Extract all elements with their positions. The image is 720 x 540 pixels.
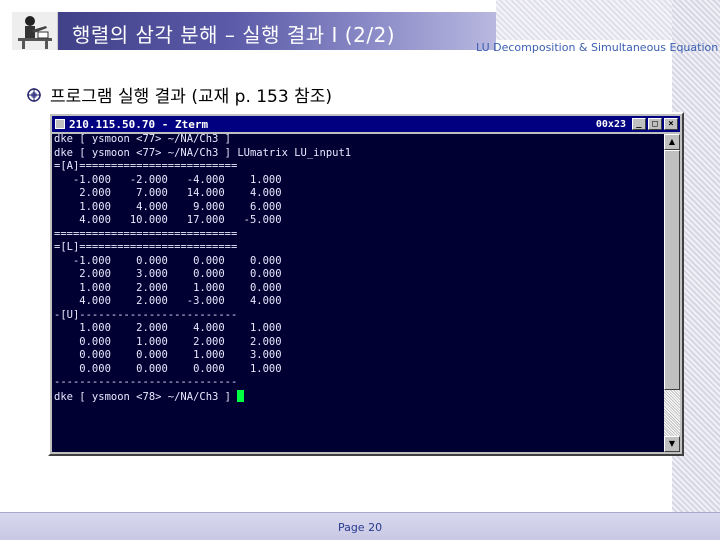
terminal-line: =[L]========================= <box>54 241 238 253</box>
terminal-line: -1.000 -2.000 -4.000 1.000 <box>54 173 282 186</box>
terminal-line: =[A]========================= <box>54 160 238 172</box>
slide-title: 행렬의 삼각 분해 – 실행 결과 I (2/2) <box>72 23 396 47</box>
terminal-line: 0.000 1.000 2.000 2.000 <box>54 335 282 348</box>
terminal-line: 1.000 4.000 9.000 6.000 <box>54 200 282 213</box>
close-button[interactable]: × <box>664 118 678 130</box>
terminal-line: 0.000 0.000 1.000 3.000 <box>54 349 282 361</box>
maximize-button[interactable]: □ <box>648 118 662 130</box>
header-hatch-decoration <box>496 0 672 40</box>
terminal-line: 0.000 0.000 0.000 1.000 <box>54 362 282 375</box>
terminal-scrollbar[interactable]: ▲ ▼ <box>664 134 680 452</box>
terminal-line: -1.000 0.000 0.000 0.000 <box>54 254 282 267</box>
terminal-app-icon[interactable] <box>55 119 65 129</box>
scroll-down-button[interactable]: ▼ <box>664 436 680 452</box>
terminal-line: -[U]------------------------- <box>54 308 238 321</box>
terminal-line: ----------------------------- <box>54 376 238 388</box>
terminal-line: 4.000 10.000 17.000 -5.000 <box>54 214 282 226</box>
terminal-cursor <box>237 389 245 402</box>
terminal-titlebar[interactable]: 210.115.50.70 - Zterm 00x23 _ □ × <box>52 116 680 132</box>
bullet-ornament-icon <box>27 87 41 102</box>
terminal-title: 210.115.50.70 - Zterm <box>69 117 209 131</box>
footer-bar: Page 20 <box>0 512 720 540</box>
terminal-output[interactable]: dke [ ysmoon <77> ~/NA/Ch3 ] dke [ ysmoon… <box>52 134 664 452</box>
terminal-text: dke [ ysmoon <77> ~/NA/Ch3 ] dke [ ysmoon… <box>52 134 664 404</box>
terminal-line: ============================= <box>54 227 238 240</box>
terminal-line: 1.000 2.000 4.000 1.000 <box>54 322 282 334</box>
terminal-line: dke [ ysmoon <78> ~/NA/Ch3 ] <box>54 389 664 405</box>
bullet-heading: 프로그램 실행 결과 (교재 p. 153 참조) <box>26 82 332 107</box>
title-band: 행렬의 삼각 분해 – 실행 결과 I (2/2) <box>12 12 496 50</box>
slide-subtitle: LU Decomposition & Simultaneous Equation <box>476 41 719 54</box>
minimize-button[interactable]: _ <box>632 118 646 130</box>
teacher-at-desk-icon <box>12 12 58 50</box>
bullet-text: 프로그램 실행 결과 (교재 p. 153 참조) <box>50 87 333 107</box>
terminal-line: 4.000 2.000 -3.000 4.000 <box>54 295 282 307</box>
scroll-up-button[interactable]: ▲ <box>664 134 680 150</box>
scroll-thumb[interactable] <box>664 150 680 390</box>
terminal-line: 1.000 2.000 1.000 0.000 <box>54 281 282 294</box>
page-number: Page 20 <box>337 521 383 534</box>
terminal-line: dke [ ysmoon <77> ~/NA/Ch3 ] <box>54 134 232 145</box>
terminal-window[interactable]: 210.115.50.70 - Zterm 00x23 _ □ × dke [ … <box>48 112 684 456</box>
terminal-line: dke [ ysmoon <77> ~/NA/Ch3 ] LUmatrix LU… <box>54 146 352 159</box>
terminal-line: 2.000 3.000 0.000 0.000 <box>54 268 282 280</box>
terminal-line: 2.000 7.000 14.000 4.000 <box>54 187 282 199</box>
terminal-size-label: 00x23 <box>595 118 626 130</box>
